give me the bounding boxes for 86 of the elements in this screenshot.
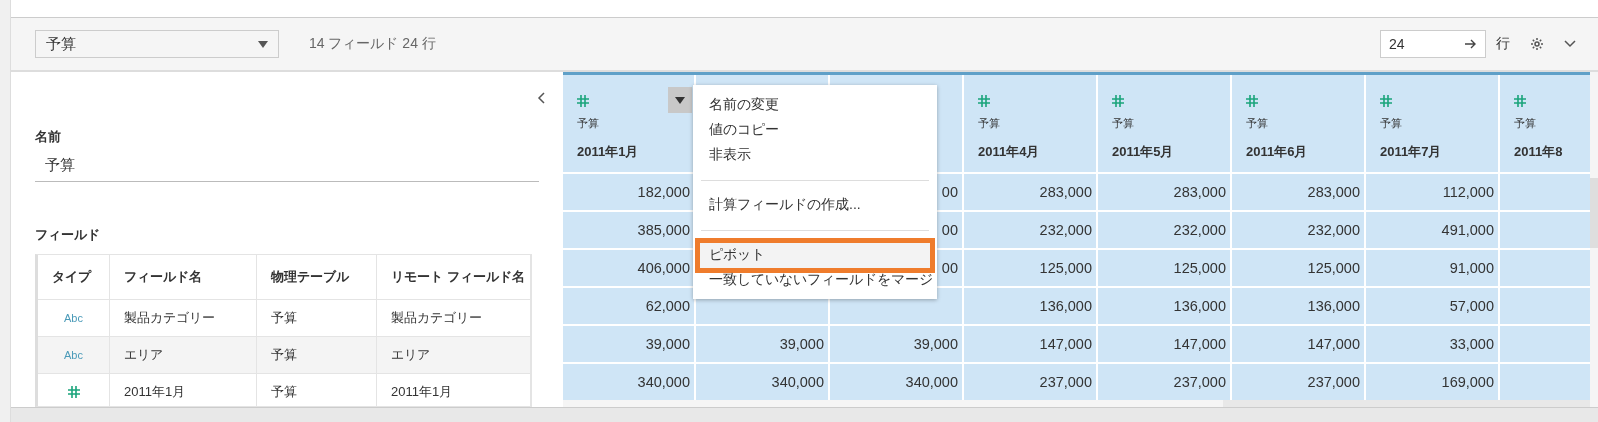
column-name: 2011年7月 <box>1380 143 1442 161</box>
menu-item[interactable]: 値のコピー <box>693 118 937 143</box>
number-icon <box>1246 95 1258 107</box>
column-header[interactable]: 予算 2011年5月 <box>1098 75 1230 172</box>
name-label: 名前 <box>35 128 62 146</box>
column-name: 2011年6月 <box>1246 143 1308 161</box>
table-cell: 182,000 <box>563 174 694 210</box>
name-field[interactable]: 予算 <box>35 154 539 182</box>
rows-input[interactable]: 24 <box>1380 30 1486 58</box>
table-cell: 125,000 <box>964 250 1096 286</box>
column-heading[interactable]: 物理テーブル <box>257 255 377 300</box>
table-cell: 385,000 <box>563 212 694 248</box>
column-header[interactable]: 予算 2011年8 <box>1500 75 1590 172</box>
column-header[interactable]: 予算 2011年6月 <box>1232 75 1364 172</box>
column-name: 2011年1月 <box>577 143 639 161</box>
table-cell: 125,000 <box>1098 250 1230 286</box>
table-cell: 62,000 <box>563 288 694 324</box>
source-label: 予算 <box>1380 116 1402 131</box>
table-cell: 232,000 <box>1098 212 1230 248</box>
column-heading[interactable]: タイプ <box>38 255 110 300</box>
table-cell: 57,000 <box>1366 288 1498 324</box>
rows-label: 行 <box>1496 35 1510 53</box>
table-cell: 112,000 <box>1366 174 1498 210</box>
chevron-down-icon[interactable] <box>1564 40 1576 48</box>
table-cell: 39,000 <box>830 326 962 362</box>
number-icon <box>1380 95 1392 107</box>
table-cell: 136,000 <box>1098 288 1230 324</box>
number-icon <box>577 95 589 107</box>
table-cell: 237,000 <box>1232 364 1364 400</box>
table-cell: エリア <box>110 337 257 374</box>
source-label: 予算 <box>1112 116 1134 131</box>
settings-icon[interactable] <box>1530 37 1544 51</box>
number-icon <box>978 95 990 107</box>
table-cell: 340,000 <box>563 364 694 400</box>
column-menu-button[interactable] <box>668 87 692 113</box>
table-cell: 237,000 <box>1098 364 1230 400</box>
source-label: 予算 <box>1246 116 1268 131</box>
table-cell: 283,000 <box>1232 174 1364 210</box>
summary-text: 14 フィールド 24 行 <box>309 35 436 53</box>
table-cell: エリア <box>377 337 531 374</box>
column-name: 2011年5月 <box>1112 143 1174 161</box>
column-name: 2011年8 <box>1514 143 1563 161</box>
table-cell: 340,000 <box>830 364 962 400</box>
number-icon <box>1112 95 1124 107</box>
source-label: 予算 <box>1514 116 1536 131</box>
text-type-label: Abc <box>64 312 83 324</box>
table-cell: 283,000 <box>1098 174 1230 210</box>
menu-item[interactable]: 非表示 <box>693 143 937 168</box>
column-header[interactable]: 予算 2011年7月 <box>1366 75 1498 172</box>
table-cell: 33,000 <box>1366 326 1498 362</box>
table-cell: 147,000 <box>1098 326 1230 362</box>
fields-label: フィールド <box>35 226 101 244</box>
table-cell: 169,000 <box>1366 364 1498 400</box>
caret-icon <box>258 40 268 48</box>
table-cell: 39,000 <box>563 326 694 362</box>
table-cell: 136,000 <box>964 288 1096 324</box>
table-cell: 340,000 <box>696 364 828 400</box>
table-cell: 39,000 <box>696 326 828 362</box>
table-cell: 491,000 <box>1366 212 1498 248</box>
menu-item[interactable]: 名前の変更 <box>693 93 937 118</box>
table-cell: 147,000 <box>1232 326 1364 362</box>
number-icon <box>1514 95 1526 107</box>
text-type-label: Abc <box>64 349 83 361</box>
arrow-icon <box>1465 39 1477 49</box>
column-header[interactable]: 予算 2011年1月 <box>563 75 694 172</box>
table-cell: 147,000 <box>964 326 1096 362</box>
table-cell: 125,000 <box>1232 250 1364 286</box>
table-cell: 232,000 <box>964 212 1096 248</box>
table-cell: 91,000 <box>1366 250 1498 286</box>
table-select[interactable]: 予算 <box>35 30 279 58</box>
number-icon <box>67 386 80 398</box>
column-header[interactable]: 予算 2011年4月 <box>964 75 1096 172</box>
table-cell: 136,000 <box>1232 288 1364 324</box>
table-cell: 予算 <box>257 337 377 374</box>
column-heading[interactable]: リモート フィールド名 <box>377 255 531 300</box>
source-label: 予算 <box>978 116 1000 131</box>
column-name: 2011年4月 <box>978 143 1040 161</box>
table-cell: 232,000 <box>1232 212 1364 248</box>
table-cell: 406,000 <box>563 250 694 286</box>
source-label: 予算 <box>577 116 599 131</box>
column-heading[interactable]: フィールド名 <box>110 255 257 300</box>
table-cell: 237,000 <box>964 364 1096 400</box>
scrollbar-thumb[interactable] <box>1590 178 1598 248</box>
collapse-icon[interactable] <box>537 92 545 104</box>
table-cell: 283,000 <box>964 174 1096 210</box>
caret-icon <box>675 96 685 104</box>
